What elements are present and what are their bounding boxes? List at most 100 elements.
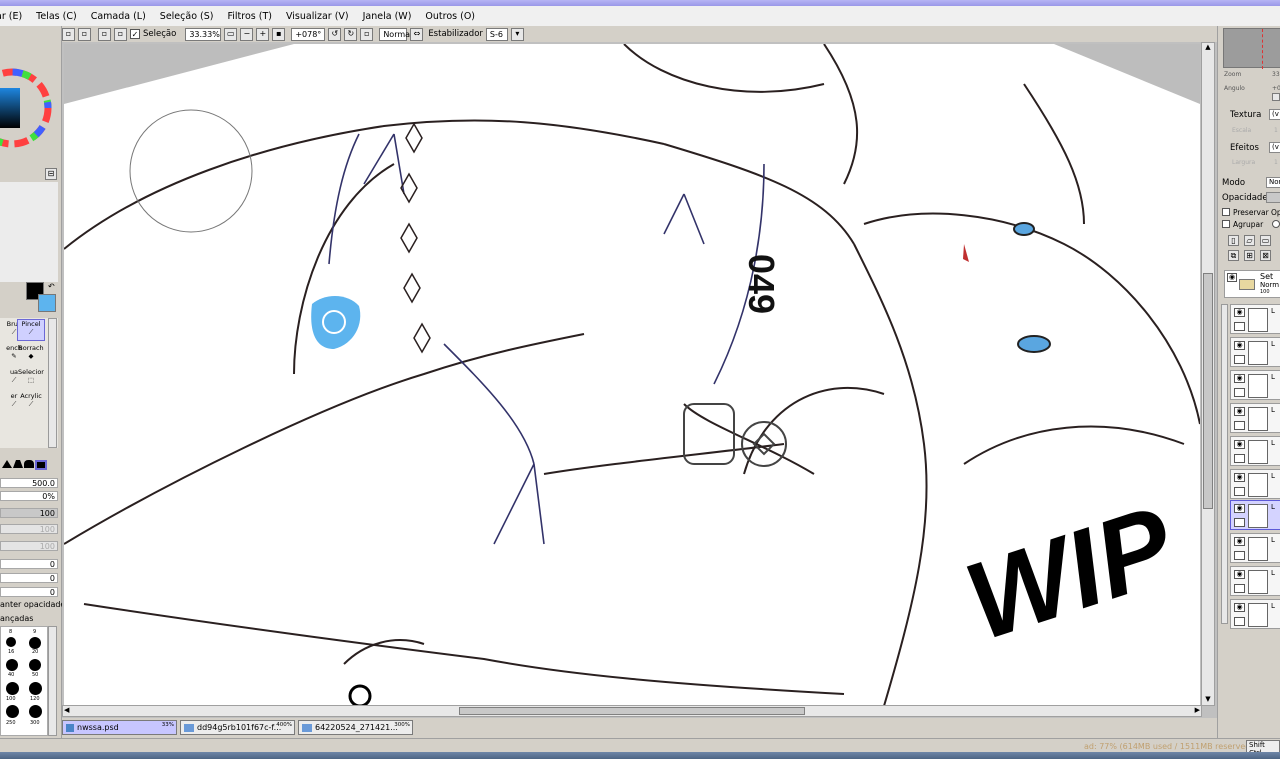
group-checkbox[interactable] (1222, 220, 1230, 228)
visibility-eye-icon[interactable]: ◉ (1234, 537, 1245, 546)
brush-shape-row[interactable] (2, 460, 58, 470)
visibility-eye-icon[interactable]: ◉ (1234, 374, 1245, 383)
scroll-left-icon[interactable]: ◀ (64, 706, 69, 714)
density-value[interactable]: 100 (0, 508, 58, 518)
menu-view[interactable]: Visualizar (V) (286, 11, 349, 22)
lock-icon[interactable] (1234, 551, 1245, 560)
layer-folder[interactable]: ◉ Set Norm 100 (1224, 270, 1280, 298)
rotation-reset-icon[interactable]: ▫ (360, 27, 374, 41)
lock-icon[interactable] (1234, 355, 1245, 364)
horizontal-scroll-thumb[interactable] (459, 707, 805, 715)
nav-angle-value[interactable]: +0 (1272, 85, 1280, 92)
lock-icon[interactable] (1234, 388, 1245, 397)
lock-icon[interactable] (1234, 421, 1245, 430)
tool-eraser[interactable]: Borrach ◆ (17, 344, 45, 366)
flip-horizontal-icon[interactable]: ⇔ (410, 27, 424, 41)
keep-opacity-label[interactable]: anter opacidade (0, 600, 65, 609)
brush-size-dot[interactable] (6, 682, 19, 695)
effects-select[interactable]: (v (1269, 142, 1280, 153)
brush-lock-icon[interactable] (1234, 518, 1245, 527)
new-folder-icon[interactable]: ▭ (1260, 235, 1271, 246)
layer-opacity-slider[interactable] (1266, 192, 1280, 203)
zoom-fit-icon[interactable]: ▪ (272, 27, 286, 41)
lock-icon[interactable] (1234, 584, 1245, 593)
texture-select[interactable]: (v (1269, 109, 1280, 120)
brush-size-dot[interactable] (6, 659, 18, 671)
texture-value[interactable]: 0 (0, 587, 58, 597)
select-all-button[interactable]: ▫ (62, 27, 75, 41)
brush-size-dot[interactable] (29, 637, 41, 649)
lock-icon[interactable] (1234, 322, 1245, 331)
visibility-eye-icon[interactable]: ◉ (1227, 273, 1237, 282)
group-radio[interactable] (1272, 220, 1280, 228)
lock-icon[interactable] (1234, 454, 1245, 463)
new-vector-layer-icon[interactable]: ▱ (1244, 235, 1255, 246)
deselect-button[interactable]: ▫ (78, 27, 91, 41)
blend-mode-select[interactable]: Normal (379, 27, 412, 41)
canvas-vertical-scrollbar[interactable]: ▲ ▼ (1201, 42, 1215, 706)
merge-layer-icon[interactable]: ⊞ (1244, 250, 1255, 261)
visibility-eye-icon[interactable]: ◉ (1234, 308, 1245, 317)
visibility-eye-icon[interactable]: ◉ (1234, 341, 1245, 350)
tab-document-2[interactable]: dd94g5rb101f67c-f... 400% (180, 720, 295, 735)
nav-reset-icon[interactable] (1272, 93, 1280, 101)
menu-filters[interactable]: Filtros (T) (227, 11, 271, 22)
brush-size-dot[interactable] (29, 659, 41, 671)
rotate-right-icon[interactable]: ↻ (344, 27, 358, 41)
menu-edit[interactable]: ar (E) (0, 11, 22, 22)
advanced-settings-label[interactable]: ançadas (0, 614, 33, 623)
visibility-eye-icon[interactable]: ◉ (1234, 440, 1245, 449)
min-size-value[interactable]: 0% (0, 491, 58, 501)
scroll-up-icon[interactable]: ▲ (1202, 43, 1214, 53)
blur-value[interactable]: 0 (0, 573, 58, 583)
layer-row[interactable]: ◉ L (1230, 469, 1280, 499)
brush-size-dot[interactable] (29, 705, 42, 718)
layer-row[interactable]: ◉ L (1230, 370, 1280, 400)
layer-row[interactable]: ◉ L (1230, 566, 1280, 596)
layer-list-scrollbar[interactable] (1221, 304, 1228, 624)
brush-size-value[interactable]: 500.0 (0, 478, 58, 488)
persistence-value[interactable]: 0 (0, 559, 58, 569)
tool-acrylic[interactable]: Acrylic ⟋ (17, 392, 45, 414)
visibility-eye-icon[interactable]: ◉ (1234, 603, 1245, 612)
clear-layer-icon[interactable]: ⊠ (1260, 250, 1271, 261)
visibility-eye-icon[interactable]: ◉ (1234, 570, 1245, 579)
lock-icon[interactable] (1234, 487, 1245, 496)
navigator-viewport[interactable] (1262, 29, 1280, 69)
brush-size-dot[interactable] (6, 637, 16, 647)
tool-selection-pen[interactable]: Selecior ⬚ (17, 368, 45, 390)
tab-document-3[interactable]: 64220524_271421... 300% (298, 720, 413, 735)
copy-layer-icon[interactable]: ⧉ (1228, 250, 1239, 261)
background-color-swatch[interactable] (38, 294, 56, 312)
menu-window[interactable]: Janela (W) (363, 11, 412, 22)
visibility-eye-icon[interactable]: ◉ (1234, 473, 1245, 482)
canvas-horizontal-scrollbar[interactable]: ◀ ▶ (62, 705, 1202, 717)
tab-document-1[interactable]: nwssa.psd 33% (62, 720, 177, 735)
brush-size-dot[interactable] (6, 705, 19, 718)
brush-size-dot[interactable] (29, 682, 42, 695)
zoom-field[interactable]: 33.33% (185, 27, 222, 41)
layer-row[interactable]: ◉ L (1230, 304, 1280, 334)
scroll-right-icon[interactable]: ▶ (1195, 706, 1200, 714)
selection-checkbox[interactable]: ✓ (130, 29, 140, 39)
preserve-opacity-checkbox[interactable] (1222, 208, 1230, 216)
zoom-in-icon[interactable]: + (256, 27, 270, 41)
menu-others[interactable]: Outros (O) (425, 11, 475, 22)
brush-grid-scrollbar[interactable] (48, 318, 57, 448)
color-history[interactable] (0, 182, 58, 282)
menu-layer[interactable]: Camada (L) (91, 11, 146, 22)
transform-button[interactable]: ▫ (114, 27, 127, 41)
layer-row[interactable]: ◉ L (1230, 599, 1280, 629)
brush-size-scrollbar[interactable] (48, 626, 57, 736)
stabilizer-select[interactable]: S-6 (485, 27, 508, 41)
invert-selection-button[interactable]: ▫ (98, 27, 111, 41)
layer-row[interactable]: ◉ L (1230, 403, 1280, 433)
rotation-field[interactable]: +078° (291, 27, 326, 41)
layer-row[interactable]: ◉ L (1230, 337, 1280, 367)
layer-mode-select[interactable]: Nor (1266, 177, 1280, 188)
zoom-out-icon[interactable]: − (240, 27, 254, 41)
scroll-down-icon[interactable]: ▼ (1202, 695, 1214, 705)
brush-size-palette[interactable]: 8 9 16 20 40 50 100 120 250 300 (0, 626, 48, 736)
tool-pincel[interactable]: Pincel ⟋ (17, 319, 45, 341)
layer-row[interactable]: ◉ L (1230, 533, 1280, 563)
